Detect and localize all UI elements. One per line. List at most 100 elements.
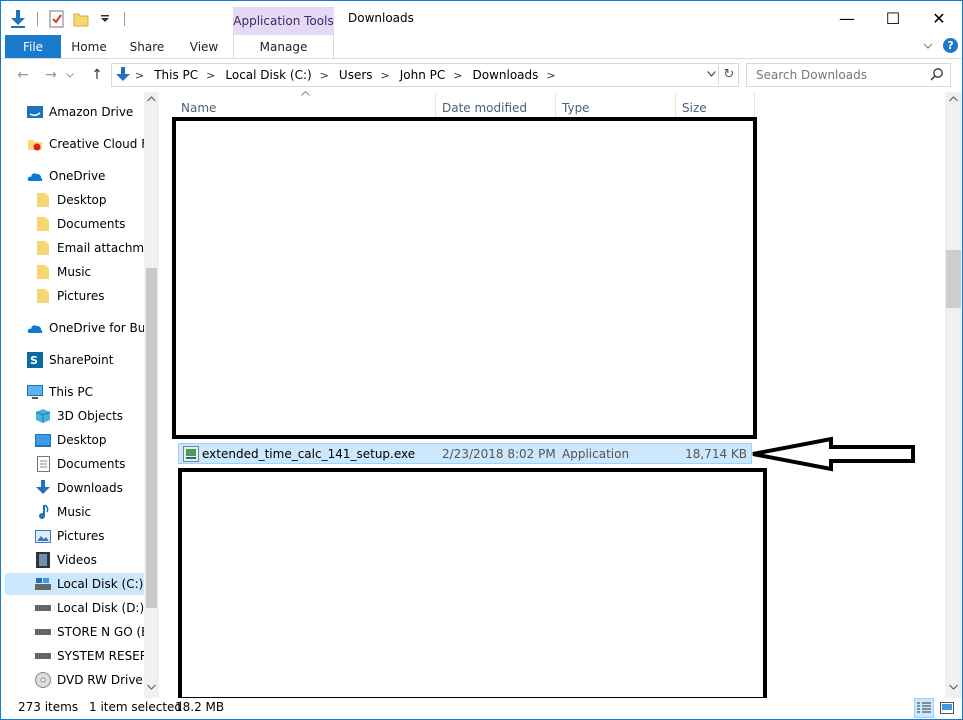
nav-item-label: DVD RW Drive (G:) bbox=[57, 673, 144, 687]
nav-item-onedrive-business[interactable]: OneDrive for Business bbox=[27, 317, 144, 339]
folder-icon bbox=[35, 240, 51, 256]
new-folder-icon[interactable] bbox=[72, 10, 90, 28]
application-tools-label: Application Tools bbox=[233, 7, 334, 35]
column-header-type[interactable]: Type bbox=[557, 97, 674, 119]
nav-item-3d-objects[interactable]: 3D Objects bbox=[35, 405, 123, 427]
breadcrumb-user[interactable]: John PC bbox=[400, 68, 446, 82]
nav-item-label: SharePoint bbox=[49, 353, 114, 367]
nav-item-label: Music bbox=[57, 265, 92, 279]
nav-item-label: Pictures bbox=[57, 529, 105, 543]
download-icon[interactable] bbox=[9, 10, 27, 28]
scroll-up-icon[interactable] bbox=[147, 96, 156, 102]
picture-icon bbox=[35, 528, 51, 544]
breadcrumb-downloads[interactable]: Downloads bbox=[472, 68, 538, 82]
nav-item-pictures[interactable]: Pictures bbox=[35, 525, 105, 547]
scroll-down-icon[interactable] bbox=[949, 684, 958, 690]
address-history-dropdown[interactable] bbox=[704, 67, 718, 81]
nav-scrollbar[interactable] bbox=[144, 92, 159, 698]
file-row-selected[interactable]: extended_time_calc_141_setup.exe 2/23/20… bbox=[178, 443, 752, 464]
folder-icon bbox=[35, 192, 51, 208]
column-header-date[interactable]: Date modified bbox=[437, 97, 554, 119]
recent-locations-button[interactable] bbox=[63, 65, 77, 85]
nav-item-onedrive-desktop[interactable]: Desktop bbox=[35, 189, 107, 211]
up-button[interactable]: ↑ bbox=[87, 65, 107, 85]
nav-item-local-disk-d[interactable]: Local Disk (D:) bbox=[35, 597, 144, 619]
download-icon bbox=[35, 480, 51, 496]
sharepoint-icon: S bbox=[27, 352, 43, 368]
nav-item-label: Desktop bbox=[57, 193, 107, 207]
scroll-down-icon[interactable] bbox=[147, 684, 156, 690]
forward-button[interactable]: → bbox=[41, 65, 61, 85]
properties-icon[interactable] bbox=[48, 10, 66, 28]
nav-item-onedrive-documents[interactable]: Documents bbox=[35, 213, 125, 235]
column-divider[interactable] bbox=[435, 93, 436, 117]
ribbon-tabs: File Home Share View Manage ? bbox=[1, 35, 962, 59]
nav-item-label: Music bbox=[57, 505, 92, 519]
nav-item-onedrive-music[interactable]: Music bbox=[35, 261, 91, 283]
address-bar[interactable]: > This PC > Local Disk (C:) > Users > Jo… bbox=[111, 63, 739, 87]
search-input[interactable] bbox=[747, 67, 928, 83]
file-type: Application bbox=[562, 447, 630, 461]
nav-item-amazon-drive[interactable]: Amazon Drive bbox=[27, 101, 133, 123]
nav-item-system-reserved[interactable]: SYSTEM RESERVED bbox=[35, 645, 144, 667]
expand-ribbon-icon[interactable] bbox=[921, 39, 935, 53]
tab-file[interactable]: File bbox=[5, 35, 61, 58]
file-size: 18,714 KB bbox=[685, 447, 747, 461]
file-list-scrollbar[interactable] bbox=[945, 92, 962, 698]
quick-access-toolbar bbox=[9, 7, 129, 31]
nav-item-onedrive-pictures[interactable]: Pictures bbox=[35, 285, 105, 307]
nav-item-downloads[interactable]: Downloads bbox=[35, 477, 123, 499]
drive-icon bbox=[35, 624, 51, 640]
nav-item-creative-cloud[interactable]: Creative Cloud Files bbox=[27, 133, 144, 155]
help-icon[interactable]: ? bbox=[943, 38, 958, 53]
tab-view[interactable]: View bbox=[179, 35, 229, 58]
nav-item-label: STORE N GO (E:) bbox=[57, 625, 144, 639]
tab-manage[interactable]: Manage bbox=[233, 35, 334, 58]
nav-item-label: Local Disk (C:) bbox=[57, 577, 144, 591]
nav-item-dvd-drive[interactable]: DVD RW Drive (G:) bbox=[35, 669, 144, 691]
search-box[interactable] bbox=[746, 63, 951, 87]
nav-item-local-disk-c[interactable]: Local Disk (C:) bbox=[5, 573, 144, 595]
breadcrumb-users[interactable]: Users bbox=[339, 68, 373, 82]
details-view-button[interactable] bbox=[914, 698, 934, 718]
customize-toolbar-icon[interactable] bbox=[96, 10, 114, 28]
selection-size: 18.2 MB bbox=[175, 700, 225, 714]
nav-item-label: OneDrive bbox=[49, 169, 106, 183]
nav-item-documents[interactable]: Documents bbox=[35, 453, 125, 475]
maximize-icon: ☐ bbox=[885, 8, 901, 28]
nav-item-store-n-go[interactable]: STORE N GO (E:) bbox=[35, 621, 144, 643]
column-divider[interactable] bbox=[754, 93, 755, 117]
nav-item-label: This PC bbox=[49, 385, 93, 399]
document-icon bbox=[35, 456, 51, 472]
breadcrumb-this-pc[interactable]: This PC bbox=[154, 68, 198, 82]
nav-item-music[interactable]: Music bbox=[35, 501, 91, 523]
nav-item-email-attachments[interactable]: Email attachments bbox=[35, 237, 144, 259]
search-icon[interactable] bbox=[930, 67, 944, 84]
nav-item-desktop[interactable]: Desktop bbox=[35, 429, 107, 451]
refresh-button[interactable]: ↻ bbox=[718, 63, 739, 85]
large-icons-view-button[interactable] bbox=[937, 698, 957, 718]
maximize-button[interactable]: ☐ bbox=[870, 1, 916, 35]
redacted-area-top bbox=[172, 117, 757, 439]
close-button[interactable]: ✕ bbox=[916, 1, 962, 35]
cloud-icon bbox=[27, 320, 43, 336]
item-count: 273 items bbox=[18, 700, 79, 714]
column-divider[interactable] bbox=[555, 93, 556, 117]
nav-item-label: Documents bbox=[57, 457, 126, 471]
tab-share[interactable]: Share bbox=[121, 35, 173, 58]
nav-item-this-pc[interactable]: This PC bbox=[27, 381, 93, 403]
nav-item-videos[interactable]: Videos bbox=[35, 549, 97, 571]
file-list-scrollbar-thumb[interactable] bbox=[946, 250, 961, 308]
nav-scrollbar-thumb[interactable] bbox=[146, 268, 157, 608]
nav-item-sharepoint[interactable]: S SharePoint bbox=[27, 349, 113, 371]
back-button[interactable]: ← bbox=[13, 65, 33, 85]
scroll-up-icon[interactable] bbox=[949, 96, 958, 102]
breadcrumb-local-disk[interactable]: Local Disk (C:) bbox=[225, 68, 311, 82]
minimize-button[interactable]: — bbox=[824, 1, 870, 35]
nav-item-label: Desktop bbox=[57, 433, 107, 447]
nav-item-onedrive[interactable]: OneDrive bbox=[27, 165, 105, 187]
tab-home[interactable]: Home bbox=[63, 35, 115, 58]
column-header-size[interactable]: Size bbox=[677, 97, 752, 119]
column-header-name[interactable]: Name bbox=[176, 97, 437, 119]
column-divider[interactable] bbox=[675, 93, 676, 117]
